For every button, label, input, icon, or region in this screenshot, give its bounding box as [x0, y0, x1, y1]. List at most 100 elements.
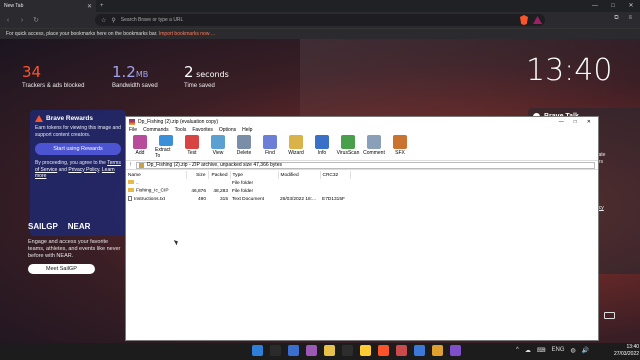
menu-favorites[interactable]: Favorites — [192, 127, 213, 133]
bookmarks-bar: For quick access, place your bookmarks h… — [0, 28, 640, 39]
find-icon — [263, 135, 277, 149]
cell-type: File folder — [230, 187, 278, 195]
tab-new-tab[interactable]: New Tab ✕ — [0, 0, 96, 12]
bookmark-icon[interactable]: ☆ — [101, 17, 106, 24]
tool-comment-button[interactable]: Comment — [363, 135, 385, 159]
taskbar-app-icon[interactable] — [324, 345, 335, 356]
menu-commands[interactable]: Commands — [143, 127, 169, 133]
brave-rewards-card: Brave Rewards Earn tokens for viewing th… — [30, 110, 126, 236]
tab-close-icon[interactable]: ✕ — [87, 3, 92, 10]
col-size[interactable]: Size — [186, 171, 209, 179]
winrar-minimize-button[interactable]: — — [559, 119, 564, 125]
tool-label: Add — [135, 150, 145, 156]
path-text: Dp_Fishing (2).zip - ZIP archive, unpack… — [147, 162, 282, 168]
forward-icon[interactable]: › — [18, 17, 26, 24]
bookmarks-hint: For quick access, place your bookmarks h… — [6, 31, 158, 37]
menu-file[interactable]: File — [129, 127, 137, 133]
minimize-button[interactable]: — — [586, 0, 604, 12]
cell-name-text: .. — [136, 180, 139, 186]
taskbar-app-icon[interactable] — [360, 345, 371, 356]
path-field[interactable]: Dp_Fishing (2).zip - ZIP archive, unpack… — [136, 161, 595, 169]
file-row[interactable]: .. File folder — [126, 179, 350, 187]
language-indicator[interactable]: ENG — [552, 347, 565, 354]
menu-help[interactable]: Help — [242, 127, 252, 133]
winrar-titlebar[interactable]: Dp_Fishing (2).zip (evaluation copy) — □… — [126, 117, 598, 126]
back-icon[interactable]: ‹ — [4, 17, 12, 24]
cell-size: 490 — [186, 195, 208, 203]
menu-icon[interactable]: ≡ — [628, 15, 632, 22]
taskbar-app-icon[interactable] — [414, 345, 425, 356]
onedrive-icon[interactable]: ☁ — [525, 347, 531, 354]
tool-delete-button[interactable]: Delete — [233, 135, 255, 159]
taskbar-app-icon[interactable] — [306, 345, 317, 356]
col-modified[interactable]: Modified — [278, 171, 321, 179]
taskbar-app-icon[interactable] — [270, 345, 281, 356]
col-type[interactable]: Type — [230, 171, 279, 179]
address-bar[interactable]: ☆ ⚲ Search Brave or type a URL — [95, 14, 545, 26]
up-folder-icon[interactable]: ↑ — [129, 162, 132, 168]
taskbar-app-icon[interactable] — [342, 345, 353, 356]
stat-trackers: 34 Trackers & ads blocked — [22, 63, 84, 89]
wallet-icon[interactable]: ⧉ — [614, 15, 618, 22]
stat-bandwidth: 1.2MB Bandwidth saved — [112, 63, 158, 89]
brave-shields-icon[interactable] — [520, 15, 528, 25]
tool-find-button[interactable]: Find — [259, 135, 281, 159]
stat-bandwidth-label: Bandwidth saved — [112, 83, 158, 89]
winrar-maximize-button[interactable]: □ — [574, 119, 577, 125]
taskbar-app-icon[interactable] — [288, 345, 299, 356]
winrar-title: Dp_Fishing (2).zip (evaluation copy) — [138, 118, 219, 125]
tool-label: VirusScan — [336, 150, 360, 156]
tool-extract-to-button[interactable]: Extract To — [155, 135, 177, 159]
tool-virusscan-button[interactable]: VirusScan — [337, 135, 359, 159]
keyboard-icon[interactable]: ⌨ — [537, 347, 546, 354]
col-name[interactable]: Name — [126, 171, 187, 179]
network-icon[interactable]: ◍ — [571, 347, 576, 354]
start-rewards-button[interactable]: Start using Rewards — [35, 143, 121, 155]
cell-packed: 315 — [208, 195, 230, 203]
camera-icon[interactable] — [604, 312, 615, 319]
bat-icon — [35, 115, 43, 122]
tool-wizard-button[interactable]: Wizard — [285, 135, 307, 159]
col-crc32[interactable]: CRC32 — [320, 171, 351, 179]
tool-label: Wizard — [288, 150, 304, 156]
winrar-close-button[interactable]: ✕ — [587, 119, 591, 125]
taskbar-app-icon[interactable] — [396, 345, 407, 356]
tool-info-button[interactable]: Info — [311, 135, 333, 159]
windows-taskbar: ^ ☁ ⌨ ENG ◍ 🔊 13:40 27/03/2022 — [0, 343, 640, 360]
cell-size-text: 490 — [197, 196, 206, 202]
tool-add-button[interactable]: Add — [129, 135, 151, 159]
taskbar-app-icon[interactable] — [432, 345, 443, 356]
col-packed[interactable]: Packed — [208, 171, 231, 179]
wizard-icon — [289, 135, 303, 149]
menu-options[interactable]: Options — [219, 127, 236, 133]
menu-tools[interactable]: Tools — [175, 127, 187, 133]
stat-bandwidth-value: 1.2 — [112, 63, 136, 81]
sailgp-logo: SAILGP — [28, 222, 58, 231]
new-tab-button[interactable]: + — [100, 3, 104, 9]
taskbar-apps — [252, 345, 461, 356]
file-row[interactable]: Fishing_Ic_CIP 46,876 48,283 File folder — [126, 187, 350, 195]
folder-icon — [128, 180, 134, 185]
tool-label: Test — [187, 150, 197, 156]
taskbar-app-icon[interactable] — [378, 345, 389, 356]
tool-sfx-button[interactable]: SFX — [389, 135, 411, 159]
privacy-policy-link[interactable]: Privacy Policy — [68, 167, 99, 173]
volume-icon[interactable]: 🔊 — [582, 347, 589, 354]
tray-overflow-icon[interactable]: ^ — [516, 347, 519, 354]
maximize-button[interactable]: □ — [604, 0, 622, 12]
tool-view-button[interactable]: View — [207, 135, 229, 159]
comment-icon — [367, 135, 381, 149]
close-button[interactable]: ✕ — [622, 0, 640, 12]
tool-label: Delete — [236, 150, 252, 156]
tool-test-button[interactable]: Test — [181, 135, 203, 159]
reload-icon[interactable]: ↻ — [32, 16, 40, 24]
stat-time: 2 seconds Time saved — [184, 63, 229, 89]
start-icon[interactable] — [252, 345, 263, 356]
taskbar-clock[interactable]: 13:40 27/03/2022 — [614, 344, 639, 358]
import-bookmarks-link[interactable]: Import bookmarks now ... — [159, 31, 215, 37]
meet-sailgp-button[interactable]: Meet SailGP — [28, 264, 95, 274]
taskbar-app-icon[interactable] — [450, 345, 461, 356]
cell-modified — [278, 179, 320, 187]
file-row[interactable]: Instructions.txt 490 315 Text Document 26/03… — [126, 195, 350, 203]
cell-crc: E7D1315F — [320, 195, 350, 203]
